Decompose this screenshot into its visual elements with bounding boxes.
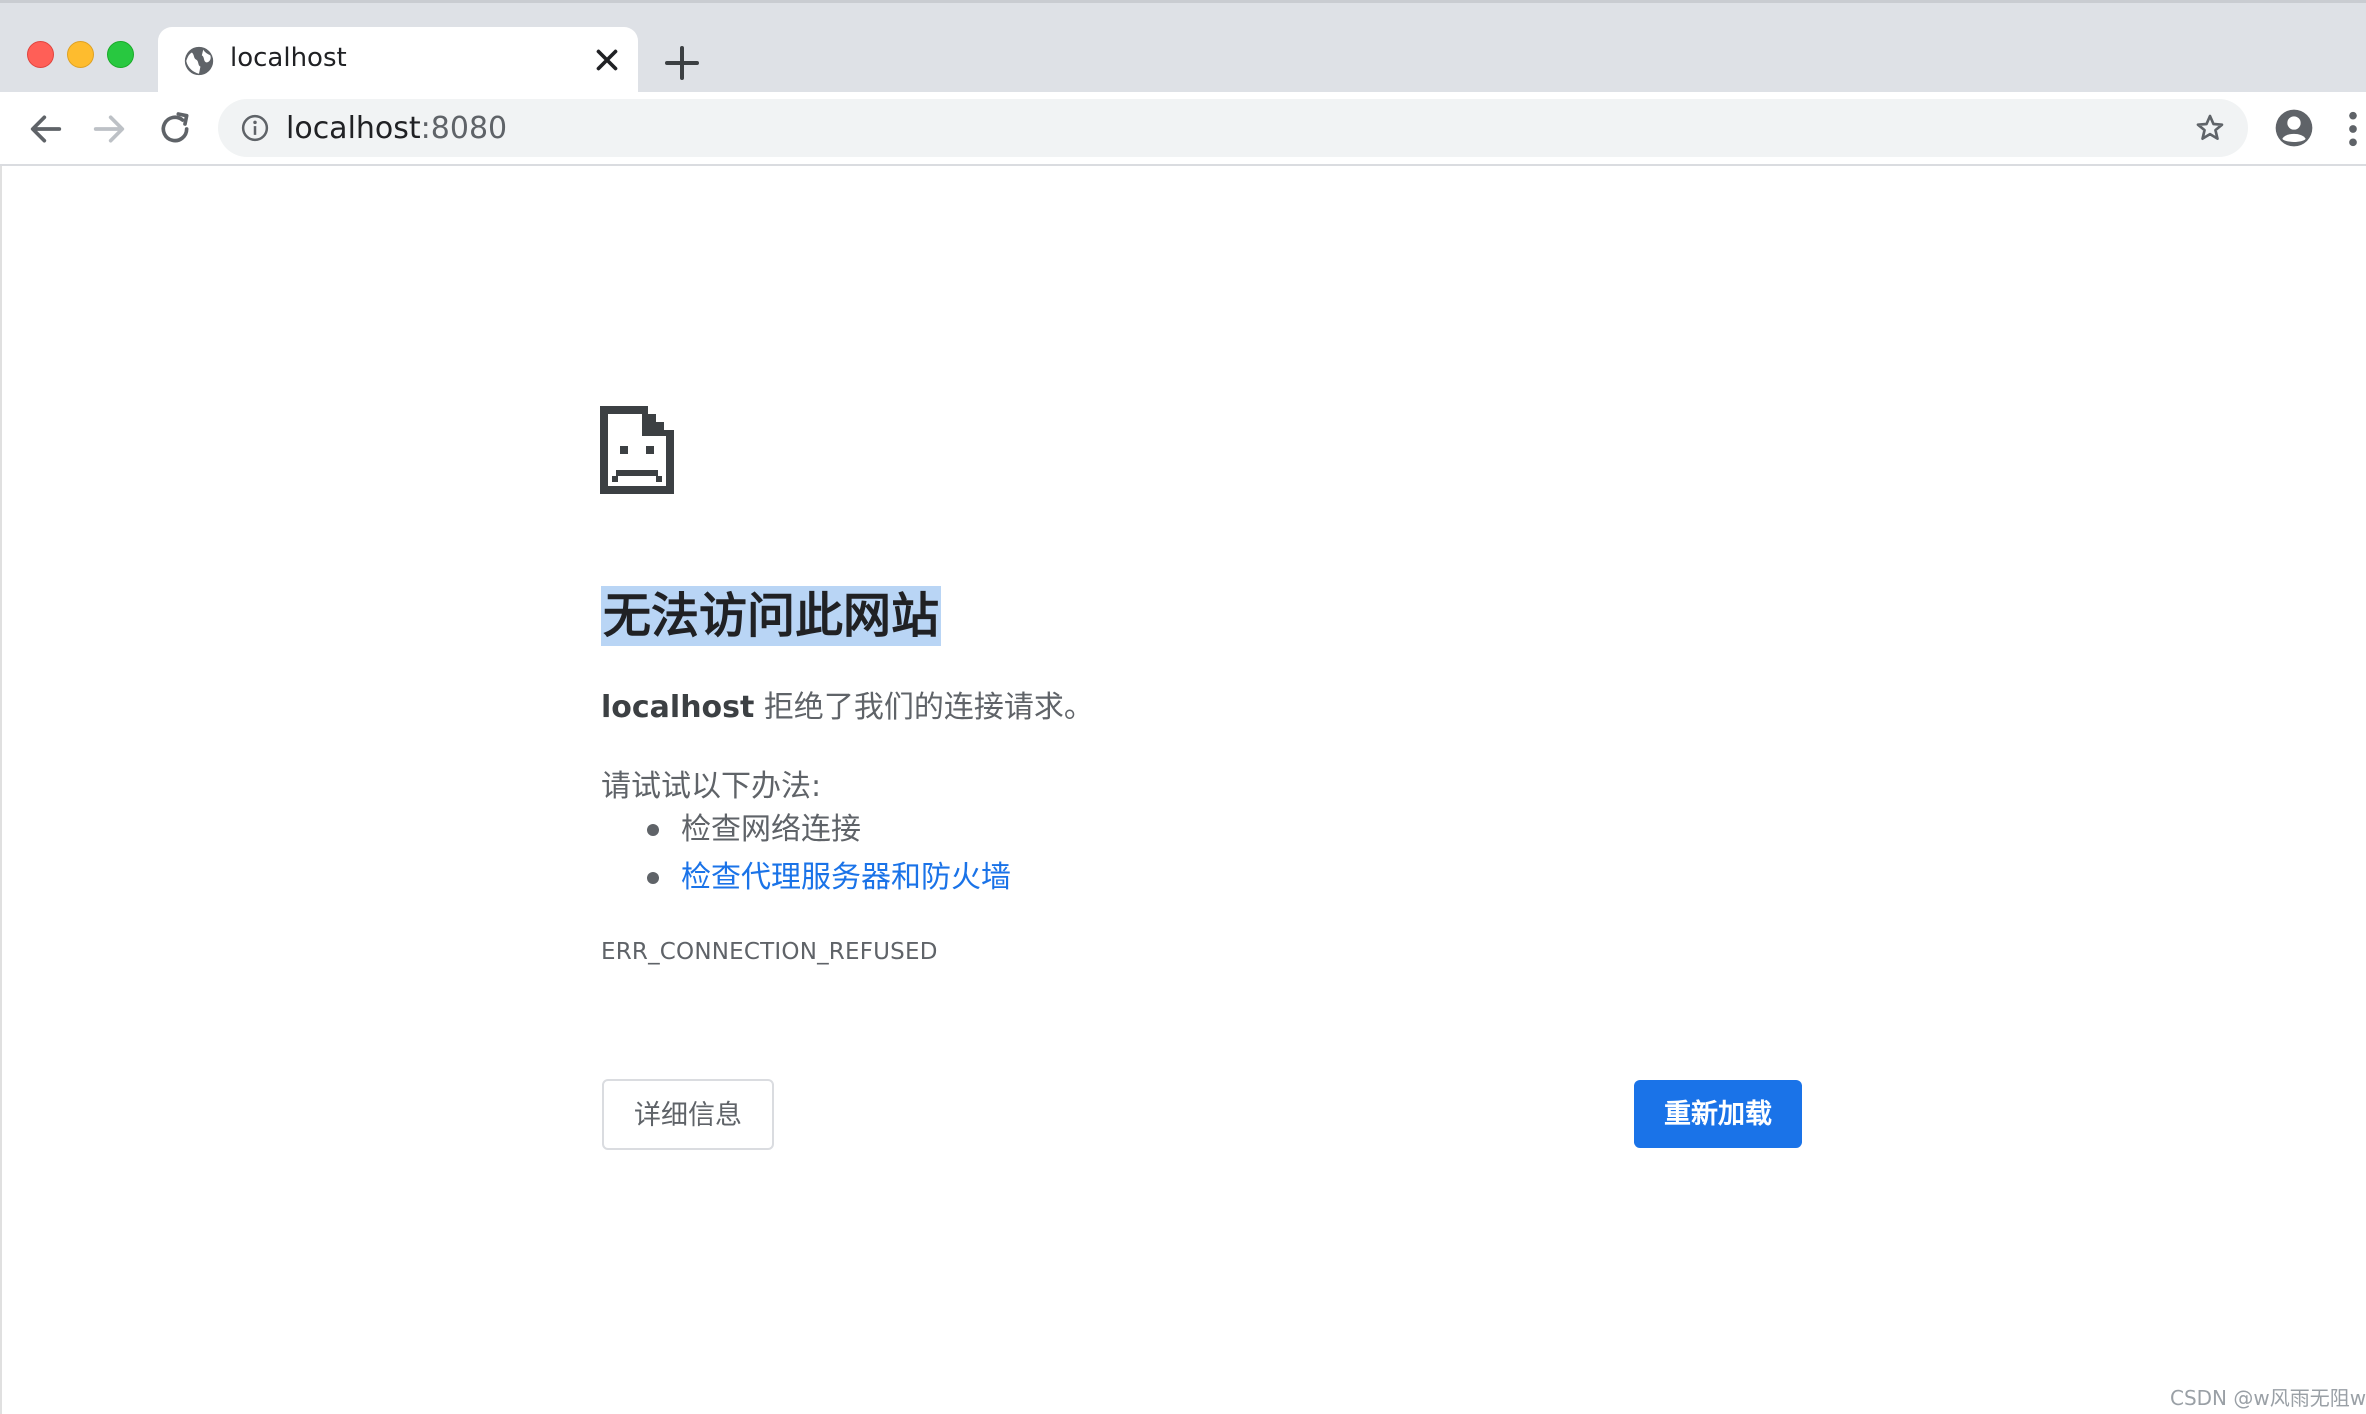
globe-icon — [184, 46, 214, 76]
window-minimize-button[interactable] — [67, 41, 94, 68]
error-message-text: 拒绝了我们的连接请求。 — [754, 690, 1094, 725]
url-host: localhost — [286, 111, 421, 146]
error-heading: 无法访问此网站 — [601, 586, 942, 646]
suggestion-check-network: 检查网络连接 — [601, 808, 1011, 856]
bullet — [647, 872, 659, 884]
forward-button[interactable] — [89, 109, 129, 149]
new-tab-button[interactable] — [662, 43, 702, 83]
window-maximize-button[interactable] — [107, 41, 134, 68]
more-vert-icon[interactable] — [2346, 109, 2360, 149]
address-bar[interactable]: localhost:8080 — [218, 99, 2248, 157]
suggestion-check-proxy-firewall-link[interactable]: 检查代理服务器和防火墙 — [601, 856, 1011, 904]
window-close-button[interactable] — [27, 41, 54, 68]
url-text[interactable]: localhost:8080 — [286, 111, 507, 146]
window-left-edge — [0, 166, 2, 1414]
sad-document-icon — [600, 406, 674, 494]
suggestion-label: 检查网络连接 — [681, 812, 861, 847]
suggestions-list: 检查网络连接 检查代理服务器和防火墙 — [601, 808, 1011, 904]
close-icon[interactable] — [590, 43, 624, 77]
suggestions-title: 请试试以下办法: — [601, 769, 822, 804]
account-icon[interactable] — [2274, 108, 2314, 148]
tab-title: localhost — [230, 43, 347, 73]
reload-icon[interactable] — [155, 109, 195, 149]
tab-strip: localhost — [0, 0, 2366, 95]
error-code: ERR_CONNECTION_REFUSED — [601, 939, 938, 965]
error-host: localhost — [601, 690, 755, 725]
watermark: CSDN @w风雨无阻w — [2170, 1386, 2366, 1410]
back-button[interactable] — [26, 109, 66, 149]
error-message: localhost 拒绝了我们的连接请求。 — [601, 682, 1094, 726]
url-port: :8080 — [420, 111, 508, 146]
tab-localhost[interactable]: localhost — [158, 27, 638, 95]
suggestion-label[interactable]: 检查代理服务器和防火墙 — [681, 860, 1011, 895]
bullet — [647, 824, 659, 836]
star-icon[interactable] — [2194, 112, 2226, 144]
details-button[interactable]: 详细信息 — [602, 1079, 774, 1150]
browser-toolbar: localhost:8080 — [0, 92, 2366, 166]
info-icon[interactable] — [240, 113, 270, 143]
reload-button[interactable]: 重新加载 — [1634, 1080, 1802, 1148]
